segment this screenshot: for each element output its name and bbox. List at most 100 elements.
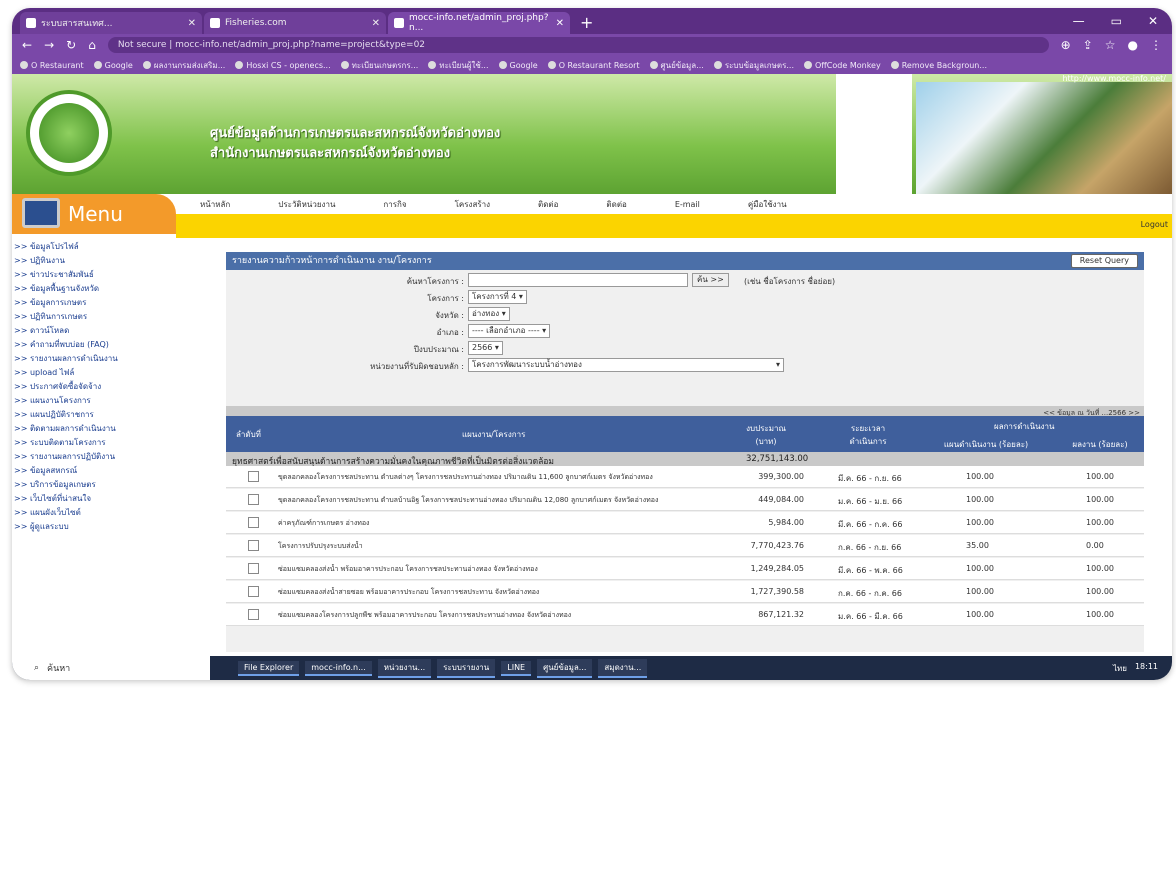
sidebar-item[interactable]: >> แผนงานโครงการ xyxy=(14,394,176,408)
sidebar-item[interactable]: >> ระบบติดตามโครงการ xyxy=(14,436,176,450)
row-name: ซ่อมแซมคลองโครงการปลูกพืช พร้อมอาคารประก… xyxy=(278,611,572,619)
logout-link[interactable]: Logout xyxy=(1141,220,1168,229)
nav-item[interactable]: หน้าหลัก xyxy=(176,198,254,211)
taskbar-app[interactable]: File Explorer xyxy=(238,660,300,676)
row-checkbox[interactable] xyxy=(248,517,259,528)
bookmark-item[interactable]: Google xyxy=(93,61,133,70)
nav-item[interactable]: โครงสร้าง xyxy=(431,198,514,211)
sidebar-item[interactable]: >> ผู้ดูแลระบบ xyxy=(14,520,176,534)
project-search-input[interactable] xyxy=(468,273,688,287)
sidebar-item[interactable]: >> ข่าวประชาสัมพันธ์ xyxy=(14,268,176,282)
new-tab-button[interactable]: + xyxy=(572,12,601,34)
sidebar-item[interactable]: >> ข้อมูลการเกษตร xyxy=(14,296,176,310)
close-icon[interactable]: ✕ xyxy=(188,18,196,29)
sidebar-item[interactable]: >> แผนปฏิบัติราชการ xyxy=(14,408,176,422)
row-checkbox[interactable] xyxy=(248,494,259,505)
bookmark-item[interactable]: Google xyxy=(498,61,538,70)
row-checkbox[interactable] xyxy=(248,563,259,574)
nav-item[interactable]: การกิจ xyxy=(359,198,430,211)
minimize-button[interactable]: — xyxy=(1073,14,1085,28)
district-select[interactable]: ---- เลือกอำเภอ ---- ▾ xyxy=(468,324,551,338)
taskbar-app[interactable]: ระบบรายงาน xyxy=(437,658,496,678)
row-checkbox[interactable] xyxy=(248,609,259,620)
sidebar-item[interactable]: >> บริการข้อมูลเกษตร xyxy=(14,478,176,492)
sidebar-item[interactable]: >> ข้อมูลพื้นฐานจังหวัด xyxy=(14,282,176,296)
nav-item[interactable]: ติดต่อ xyxy=(514,198,582,211)
row-actual: 100.00 xyxy=(1086,587,1114,596)
bookmark-icon xyxy=(498,61,507,69)
taskbar-app[interactable]: mocc-info.n... xyxy=(305,660,372,676)
reset-query-button[interactable]: Reset Query xyxy=(1070,254,1138,268)
bookmark-item[interactable]: Hosxi CS - openecs... xyxy=(235,61,331,70)
bookmark-icon xyxy=(142,61,151,69)
share-icon[interactable]: ⇪ xyxy=(1083,38,1093,52)
sidebar-item[interactable]: >> ดาวน์โหลด xyxy=(14,324,176,338)
sidebar-item[interactable]: >> รายงานผลการดำเนินงาน xyxy=(14,352,176,366)
bookmark-item[interactable]: O Restaurant xyxy=(20,61,84,70)
sidebar-item[interactable]: >> ประกาศจัดซื้อจัดจ้าง xyxy=(14,380,176,394)
row-checkbox[interactable] xyxy=(248,586,259,597)
clock[interactable]: 18:11 xyxy=(1135,662,1158,675)
bookmark-item[interactable]: ศูนย์ข้อมูล... xyxy=(649,59,704,72)
sidebar-item[interactable]: >> ปฏิทินงาน xyxy=(14,254,176,268)
system-tray: ไทย 18:11 xyxy=(1113,662,1172,675)
site-logo xyxy=(26,90,112,176)
maximize-button[interactable]: ▭ xyxy=(1111,14,1122,28)
bookmark-item[interactable]: ทะเบียนเกษตรกร... xyxy=(340,59,418,72)
close-icon[interactable]: ✕ xyxy=(372,18,380,29)
browser-tab[interactable]: Fisheries.com ✕ xyxy=(204,12,386,34)
nav-item[interactable]: ติดต่อ xyxy=(582,198,650,211)
close-icon[interactable]: ✕ xyxy=(556,18,564,29)
bookmark-item[interactable]: Remove Backgroun... xyxy=(890,61,987,70)
browser-tab-active[interactable]: mocc-info.net/admin_proj.php?n... ✕ xyxy=(388,12,570,34)
bookmark-item[interactable]: O Restaurant Resort xyxy=(547,61,640,70)
province-select[interactable]: อ่างทอง ▾ xyxy=(468,307,510,321)
sidebar-item[interactable]: >> upload ไฟล์ xyxy=(14,366,176,380)
bookmark-item[interactable]: ระบบข้อมูลเกษตร... xyxy=(713,59,794,72)
reload-icon[interactable]: ↻ xyxy=(66,38,76,52)
tab-title: ระบบสารสนเทศ... xyxy=(41,19,113,29)
nav-item[interactable]: ประวัติหน่วยงาน xyxy=(254,198,359,211)
row-checkbox[interactable] xyxy=(248,471,259,482)
nav-item[interactable]: E-mail xyxy=(651,200,724,209)
nav-item[interactable]: คู่มือใช้งาน xyxy=(724,198,811,211)
zoom-icon[interactable]: ⊕ xyxy=(1061,38,1071,52)
row-checkbox[interactable] xyxy=(248,540,259,551)
row-actual: 0.00 xyxy=(1086,541,1104,550)
back-icon[interactable]: ← xyxy=(22,38,32,52)
profile-icon[interactable]: ● xyxy=(1128,38,1138,52)
browser-tab[interactable]: ระบบสารสนเทศ... ✕ xyxy=(20,12,202,34)
search-note: (เช่น ชื่อโครงการ ชื่อย่อย) xyxy=(744,277,836,286)
sidebar-item[interactable]: >> ข้อมูลสหกรณ์ xyxy=(14,464,176,478)
tab-favicon-icon xyxy=(26,18,36,28)
sidebar-item[interactable]: >> คำถามที่พบบ่อย (FAQ) xyxy=(14,338,176,352)
close-window-button[interactable]: ✕ xyxy=(1148,14,1158,28)
sidebar-item[interactable]: >> รายงานผลการปฏิบัติงาน xyxy=(14,450,176,464)
agency-select[interactable]: โครงการพัฒนาระบบน้ำอ่างทอง ▾ xyxy=(468,358,784,372)
bookmark-item[interactable]: OffCode Monkey xyxy=(804,61,881,70)
forward-icon[interactable]: → xyxy=(44,38,54,52)
taskbar-app[interactable]: สมุดงาน... xyxy=(598,658,648,678)
sidebar-item[interactable]: >> ติดตามผลการดำเนินงาน xyxy=(14,422,176,436)
year-select[interactable]: 2566 ▾ xyxy=(468,341,503,355)
search-button[interactable]: ค้น >> xyxy=(692,273,729,287)
bookmark-item[interactable]: ผลงานกรมส่งเสริม... xyxy=(142,59,225,72)
sidebar-item[interactable]: >> เว็บไซต์ที่น่าสนใจ xyxy=(14,492,176,506)
bookmark-icon xyxy=(20,61,28,69)
taskbar-app[interactable]: LINE xyxy=(501,660,532,676)
home-icon[interactable]: ⌂ xyxy=(88,38,96,52)
menu-icon[interactable]: ⋮ xyxy=(1150,38,1162,52)
taskbar-search[interactable]: ⌕ ค้นหา xyxy=(12,656,210,680)
taskbar-app[interactable]: หน่วยงาน... xyxy=(377,658,432,678)
language-indicator[interactable]: ไทย xyxy=(1113,662,1127,675)
star-icon[interactable]: ☆ xyxy=(1105,38,1116,52)
bookmark-item[interactable]: ทะเบียนผู้ใช้... xyxy=(428,59,489,72)
taskbar-app[interactable]: ศูนย์ข้อมูล... xyxy=(537,658,593,678)
province-select-value: อ่างทอง xyxy=(472,309,500,318)
url-input[interactable]: Not secure | mocc-info.net/admin_proj.ph… xyxy=(107,37,1049,53)
sidebar-item[interactable]: >> ปฏิทินการเกษตร xyxy=(14,310,176,324)
row-name: ซ่อมแซมคลองส่งน้ำ พร้อมอาคารประกอบ โครงก… xyxy=(278,565,538,573)
type-select[interactable]: โครงการที่ 4 ▾ xyxy=(468,290,527,304)
sidebar-item[interactable]: >> ข้อมูลโปรไฟล์ xyxy=(14,240,176,254)
sidebar-item[interactable]: >> แผนผังเว็บไซต์ xyxy=(14,506,176,520)
